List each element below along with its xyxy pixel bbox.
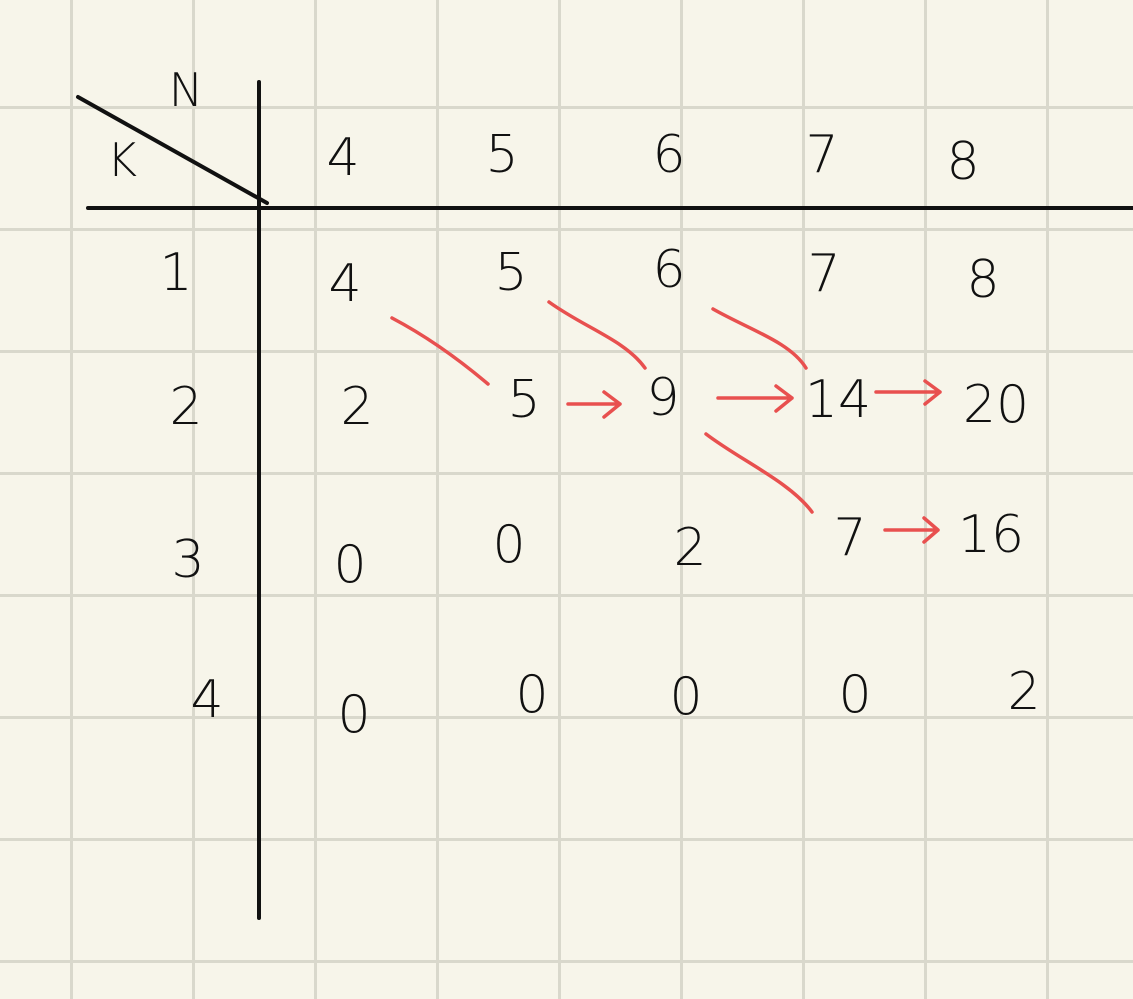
- table-cell: 8: [966, 250, 1000, 310]
- column-header: 7: [805, 125, 839, 185]
- connector-5-to-9: [547, 300, 647, 370]
- arrow-14-to-20: [874, 379, 942, 406]
- notebook-page: K N 4 5 6 7 8 1 2 3 4 4 5 6 7 8 2 5 9 14…: [0, 0, 1133, 999]
- table-cell: 0: [515, 665, 549, 725]
- table-cell: 0: [838, 665, 872, 725]
- table-cell: 5: [494, 243, 528, 303]
- arrow-7-to-16: [883, 516, 940, 544]
- row-label: 2: [169, 377, 203, 437]
- table-cell: 0: [669, 667, 703, 727]
- table-cell: 16: [957, 505, 1025, 565]
- column-header: 8: [946, 132, 980, 192]
- connector-9-to-7: [704, 432, 814, 514]
- corner-label-n: N: [168, 63, 204, 117]
- row-label: 1: [159, 243, 193, 303]
- table-cell: 5: [507, 370, 541, 430]
- table-cell: 14: [804, 370, 872, 430]
- table-cell: 2: [673, 518, 707, 578]
- column-header: 6: [652, 125, 686, 185]
- table-cell: 0: [333, 535, 367, 595]
- table-cell: 7: [807, 244, 841, 304]
- connector-6-to-14: [711, 307, 808, 370]
- table-cell: 9: [646, 368, 680, 428]
- table-cell: 4: [328, 254, 362, 314]
- arrow-5-to-9: [566, 390, 622, 419]
- table-cell: 6: [652, 240, 686, 300]
- table-cell: 2: [340, 377, 374, 437]
- table-cell: 2: [1007, 662, 1041, 722]
- table-cell: 7: [833, 508, 867, 568]
- table-cell: 20: [962, 375, 1030, 435]
- column-header: 5: [485, 125, 519, 185]
- connector-4-to-5: [390, 316, 490, 386]
- column-header: 4: [326, 128, 360, 188]
- row-label: 3: [171, 530, 205, 590]
- arrow-9-to-14: [716, 384, 794, 413]
- row-label: 4: [190, 670, 224, 730]
- table-cell: 0: [492, 515, 526, 575]
- corner-label-k: K: [106, 133, 138, 187]
- table-cell: 0: [337, 685, 371, 745]
